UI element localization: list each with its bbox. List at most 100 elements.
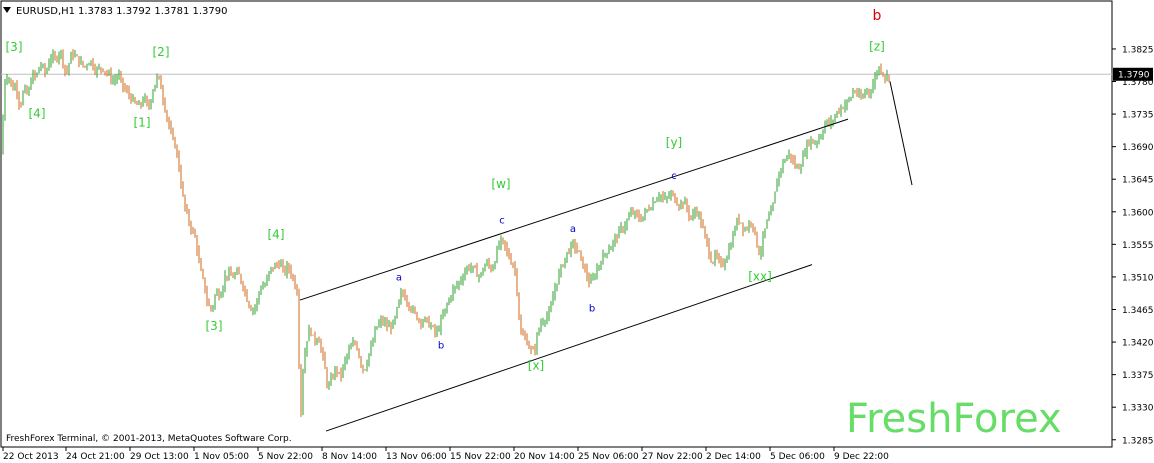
candle-body <box>328 384 330 386</box>
candle-body <box>248 301 250 307</box>
candle-body <box>590 279 592 284</box>
candle-body <box>788 153 790 157</box>
candle-body <box>408 303 410 308</box>
candle-body <box>200 260 202 271</box>
candle-body <box>784 160 786 162</box>
candle-body <box>622 227 624 231</box>
wave-label: b <box>589 304 595 315</box>
candle-body <box>648 209 650 211</box>
candle-body <box>500 238 502 245</box>
wave-label: c <box>499 215 505 226</box>
candle-body <box>568 251 570 254</box>
candle-body <box>30 82 32 89</box>
candle-body <box>168 117 170 126</box>
candle-body <box>366 363 368 370</box>
candle-body <box>584 268 586 270</box>
price-tick-label: 1.3330 <box>1122 404 1154 414</box>
candle-body <box>8 78 10 80</box>
candle-body <box>582 256 584 269</box>
candle-body <box>504 240 506 246</box>
candle-body <box>672 193 674 195</box>
candle-body <box>520 317 522 334</box>
candle-body <box>460 280 462 282</box>
candle-body <box>692 214 694 218</box>
candle-body <box>78 56 80 65</box>
candle-body <box>182 185 184 196</box>
candle-body <box>194 230 196 238</box>
candle-body <box>526 336 528 345</box>
candle-body <box>356 343 358 350</box>
candle-body <box>418 319 420 321</box>
candle-body <box>704 227 706 235</box>
candle-body <box>274 264 276 270</box>
time-tick-label: 2 Dec 14:00 <box>706 452 761 462</box>
candle-body <box>452 288 454 297</box>
candle-body <box>846 100 848 105</box>
candle-body <box>816 141 818 144</box>
candle-body <box>42 65 44 67</box>
candle-body <box>726 257 728 263</box>
candle-body <box>512 263 514 267</box>
candle-body <box>812 139 814 144</box>
candle-body <box>748 223 750 230</box>
candle-body <box>374 329 376 342</box>
candle-body <box>754 227 756 232</box>
candle-body <box>36 73 38 77</box>
candle-body <box>174 137 176 148</box>
candle-body <box>532 348 534 350</box>
candle-body <box>212 306 214 309</box>
candle-body <box>470 268 472 270</box>
candle-body <box>226 275 228 277</box>
candle-body <box>10 78 12 84</box>
candle-body <box>518 293 520 318</box>
candle-body <box>614 236 616 242</box>
candle-body <box>594 276 596 278</box>
candle-body <box>292 275 294 278</box>
candle-body <box>708 242 710 256</box>
candle-body <box>342 365 344 376</box>
candle-body <box>772 203 774 211</box>
candle-body <box>486 261 488 265</box>
candle-body <box>620 227 622 229</box>
candle-body <box>660 195 662 197</box>
candle-body <box>740 222 742 224</box>
candle-body <box>538 328 540 335</box>
candle-body <box>84 65 86 67</box>
candle-body <box>222 287 224 295</box>
candle-body <box>670 193 672 197</box>
candle-body <box>764 228 766 236</box>
candle-body <box>282 263 284 268</box>
candle-body <box>782 161 784 170</box>
candle-body <box>322 348 324 356</box>
candle-body <box>642 216 644 221</box>
price-tick-label: 1.3375 <box>1122 371 1154 381</box>
candle-body <box>830 120 832 125</box>
candle-body <box>278 264 280 267</box>
candle-body <box>842 107 844 109</box>
candle-body <box>786 156 788 161</box>
candle-body <box>736 218 738 229</box>
candle-body <box>126 89 128 91</box>
candle-body <box>718 256 720 261</box>
candle-body <box>6 79 8 82</box>
candle-body <box>854 91 856 93</box>
candle-body <box>734 228 736 235</box>
candle-body <box>344 359 346 366</box>
candle-body <box>384 322 386 324</box>
candle-body <box>822 132 824 136</box>
candle-body <box>400 292 402 301</box>
candle-body <box>766 220 768 229</box>
candle-body <box>608 249 610 254</box>
candle-body <box>868 89 870 94</box>
candle-body <box>76 55 78 57</box>
candle-body <box>558 272 560 284</box>
time-tick-label: 22 Oct 2013 <box>3 452 59 462</box>
candle-body <box>302 372 304 412</box>
candle-body <box>204 277 206 292</box>
candle-body <box>208 301 210 306</box>
candle-body <box>308 328 310 342</box>
candle-body <box>94 68 96 73</box>
candle-body <box>466 266 468 273</box>
candle-body <box>92 60 94 69</box>
candle-body <box>818 138 820 142</box>
